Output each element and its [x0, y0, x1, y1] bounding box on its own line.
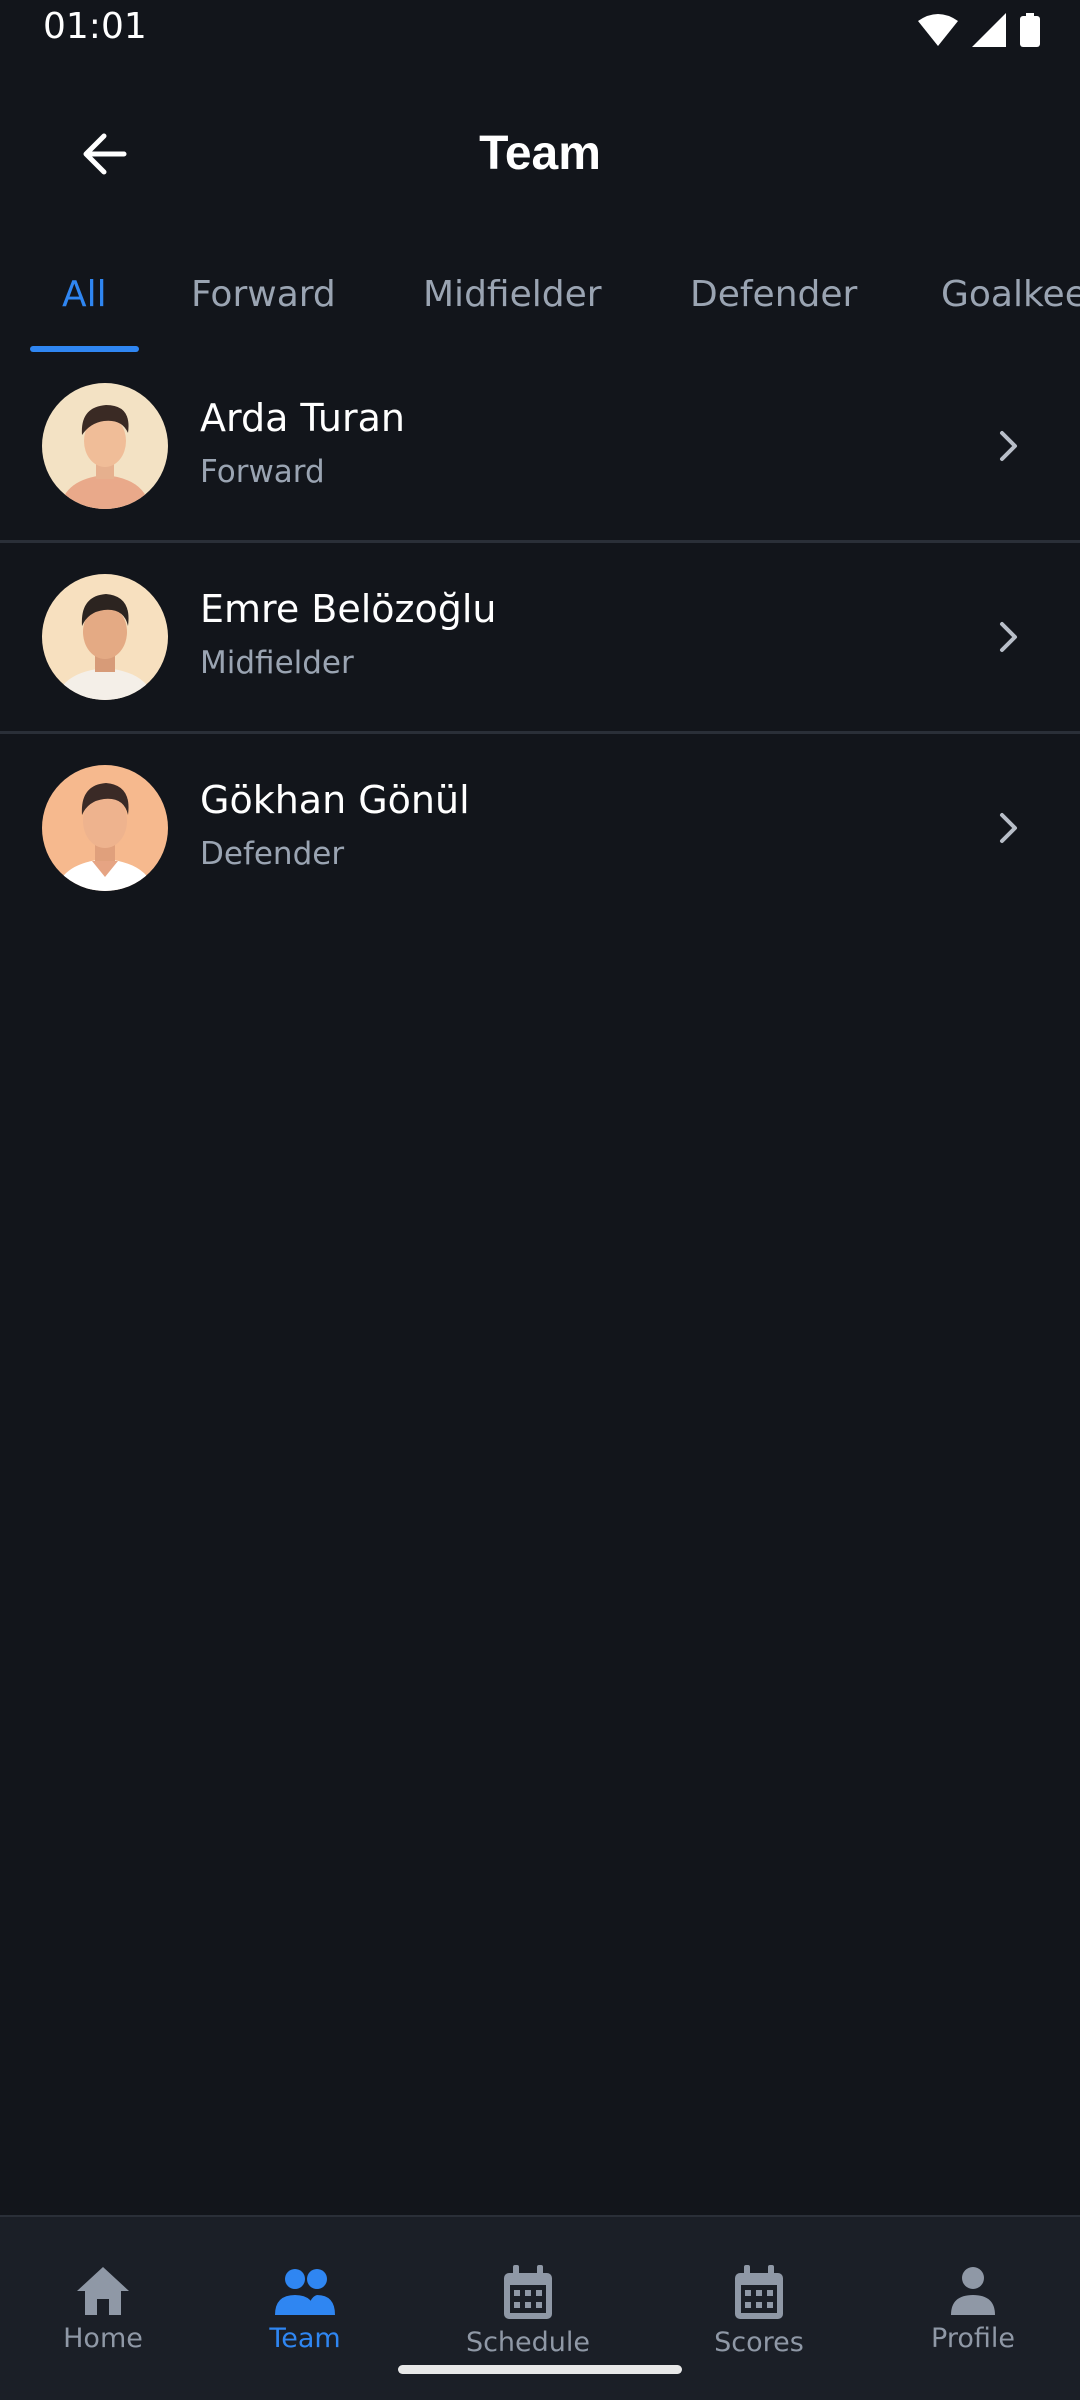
player-list: Arda Turan Forward Emre Belözoğlu Midfie…	[0, 352, 1080, 925]
nav-item-home[interactable]: Home	[3, 2265, 203, 2354]
bottom-navigation: Home Team Schedule Scores Profile	[0, 2215, 1080, 2400]
nav-label-profile: Profile	[931, 2323, 1015, 2354]
chevron-right-icon	[988, 426, 1028, 466]
avatar	[42, 574, 168, 700]
avatar	[42, 765, 168, 891]
wifi-icon	[918, 13, 958, 47]
people-icon	[205, 2265, 405, 2321]
tab-all[interactable]: All	[62, 274, 107, 315]
position-tabs: All Forward Midfielder Defender Goalkeep…	[0, 250, 1080, 352]
chevron-right-icon	[988, 808, 1028, 848]
battery-icon	[1020, 13, 1040, 47]
nav-item-profile[interactable]: Profile	[873, 2265, 1073, 2354]
nav-item-team[interactable]: Team	[205, 2265, 405, 2354]
player-name: Arda Turan	[200, 396, 405, 440]
nav-item-schedule[interactable]: Schedule	[428, 2265, 628, 2358]
player-name: Emre Belözoğlu	[200, 587, 497, 631]
tab-goalkeeper[interactable]: Goalkeeper	[941, 274, 1080, 315]
player-position: Defender	[200, 836, 345, 872]
home-indicator[interactable]	[398, 2365, 682, 2374]
tab-midfielder[interactable]: Midfielder	[423, 274, 602, 315]
nav-label-home: Home	[63, 2323, 143, 2354]
tab-forward[interactable]: Forward	[191, 274, 336, 315]
calendar-icon	[659, 2265, 859, 2325]
player-name: Gökhan Gönül	[200, 778, 470, 822]
player-row[interactable]: Arda Turan Forward	[0, 352, 1080, 543]
player-position: Midfielder	[200, 645, 354, 681]
status-icons	[918, 12, 1040, 48]
status-time: 01:01	[43, 6, 147, 47]
calendar-icon	[428, 2265, 628, 2325]
app-header: Team	[0, 100, 1080, 212]
page-title: Team	[479, 127, 601, 180]
player-row[interactable]: Emre Belözoğlu Midfielder	[0, 543, 1080, 734]
nav-label-schedule: Schedule	[465, 2327, 591, 2358]
nav-label-team: Team	[269, 2323, 341, 2354]
avatar	[42, 383, 168, 509]
home-icon	[3, 2265, 203, 2321]
tab-defender[interactable]: Defender	[690, 274, 857, 315]
player-row[interactable]: Gökhan Gönül Defender	[0, 734, 1080, 925]
player-position: Forward	[200, 454, 325, 490]
person-icon	[873, 2265, 1073, 2321]
nav-label-scores: Scores	[714, 2327, 804, 2358]
nav-item-scores[interactable]: Scores	[659, 2265, 859, 2358]
signal-icon	[972, 13, 1006, 47]
chevron-right-icon	[988, 617, 1028, 657]
status-bar: 01:01	[0, 0, 1080, 62]
team-screen: 01:01 Team All Forward Midfielder Defend…	[0, 0, 1080, 2400]
